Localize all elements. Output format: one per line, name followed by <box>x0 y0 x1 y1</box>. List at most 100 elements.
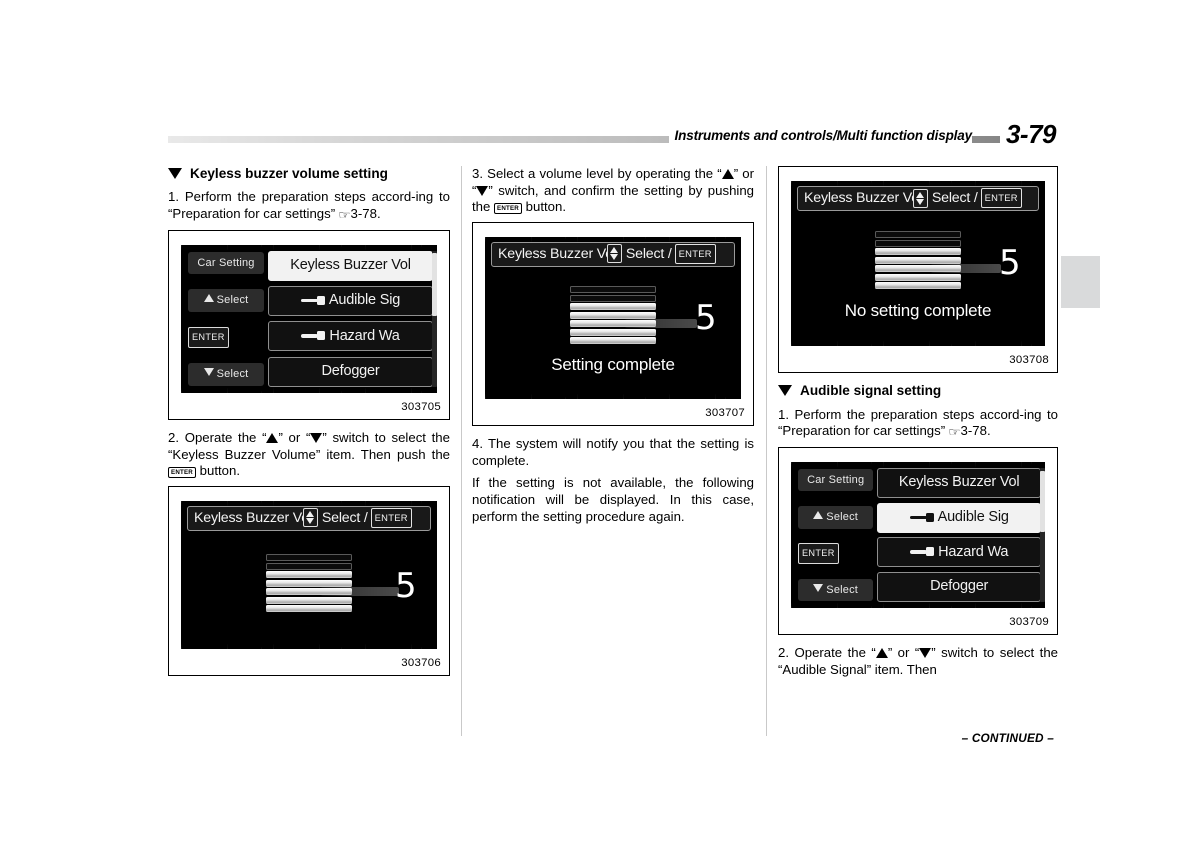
column-divider-1 <box>461 166 462 736</box>
menu-item-hazard-wa[interactable]: Hazard Wa <box>268 321 433 352</box>
volume-bar-segment <box>570 294 656 302</box>
volume-bar-segment <box>266 596 352 604</box>
key-icon <box>301 331 327 341</box>
figure-303709: Car Setting Select ENTER Select Keyless … <box>778 447 1058 636</box>
arrow-up-icon <box>813 511 824 520</box>
volume-bar-segment <box>570 303 656 311</box>
lcd-left-button-column: Car Setting Select ENTER Select <box>791 462 877 608</box>
page-header: Instruments and controls/Multi function … <box>168 119 1057 158</box>
triangle-down-icon <box>476 185 489 196</box>
triangle-down-icon <box>168 168 182 179</box>
lcd-screen-volume-1: Keyless Buzzer Vo Select / ENTER 5 <box>181 500 437 649</box>
column-1: Keyless buzzer volume setting 1. Perform… <box>168 166 450 686</box>
menu-item-keyless-buzzer-vol[interactable]: Keyless Buzzer Vol <box>877 468 1041 498</box>
menu-item-label: Hazard Wa <box>329 327 400 344</box>
lcd-button-select-down[interactable]: Select <box>188 363 265 386</box>
menu-item-label: Audible Sig <box>937 508 1009 525</box>
c3-step-1: 1. Perform the preparation steps accord-… <box>778 407 1058 441</box>
lcd-scrollbar-thumb[interactable] <box>1040 470 1045 533</box>
c2-step3-d: button. <box>521 199 566 215</box>
lcd-menu-list-1: Keyless Buzzer Vol Audible Sig Hazard Wa… <box>268 245 437 393</box>
arrow-up-icon <box>203 294 214 303</box>
lcd-button-select-up[interactable]: Select <box>188 289 265 312</box>
lcd-volume-body: 5 <box>791 219 1045 301</box>
lcd-button-select-up[interactable]: Select <box>798 506 874 529</box>
arrow-down-icon <box>813 583 824 592</box>
lcd-button-enter[interactable]: ENTER <box>188 327 264 348</box>
lcd-volume-title: Keyless Buzzer Vo <box>194 509 309 526</box>
lcd-volume-titlebar: Keyless Buzzer Vo Select / ENTER <box>491 241 735 268</box>
column-divider-2 <box>766 166 767 736</box>
volume-bar-segment <box>570 320 656 328</box>
section-heading-keyless-buzzer: Keyless buzzer volume setting <box>168 166 450 182</box>
volume-level-number: 5 <box>695 298 717 339</box>
enter-button-icon: ENTER <box>494 203 522 215</box>
figure-caption: 303709 <box>1009 616 1049 628</box>
c2-note: If the setting is not available, the fol… <box>472 475 754 524</box>
header-title: Instruments and controls/Multi function … <box>668 128 972 143</box>
figure-303708: Keyless Buzzer Vo Select / ENTER 5 No se… <box>778 166 1058 374</box>
volume-bar-segment <box>875 273 961 281</box>
pointing-hand-icon: ☞ <box>337 208 351 222</box>
up-down-arrows-icon <box>912 188 928 208</box>
lcd-volume-titlebar: Keyless Buzzer Vo Select / ENTER <box>797 186 1039 212</box>
menu-item-defogger[interactable]: Defogger <box>877 571 1041 602</box>
triangle-down-icon <box>310 433 323 443</box>
menu-item-hazard-wa[interactable]: Hazard Wa <box>877 537 1041 568</box>
enter-chip-label: ENTER <box>188 327 229 348</box>
page-number: 3-79 <box>999 119 1057 150</box>
menu-item-audible-sig[interactable]: Audible Sig <box>877 502 1041 533</box>
lcd-scrollbar[interactable] <box>1040 468 1045 602</box>
enter-chip-label: ENTER <box>980 188 1022 209</box>
enter-chip-label: ENTER <box>674 243 716 265</box>
lcd-select-up-label: Select <box>216 294 249 307</box>
volume-bar-segment <box>875 231 961 239</box>
menu-item-keyless-buzzer-vol[interactable]: Keyless Buzzer Vol <box>268 250 433 281</box>
volume-level-number: 5 <box>999 243 1021 284</box>
c1-step1-line1: 1. Perform the preparation steps accord- <box>168 189 416 205</box>
c3-step2-a: 2. Operate the “ <box>778 645 876 661</box>
volume-bar-segment <box>266 579 352 587</box>
menu-item-audible-sig[interactable]: Audible Sig <box>268 285 433 316</box>
menu-item-label: Audible Sig <box>328 292 401 309</box>
c3-step-2: 2. Operate the “” or “” switch to select… <box>778 645 1058 678</box>
c1-step1-ref: 3-78. <box>350 206 381 221</box>
lcd-button-enter[interactable]: ENTER <box>798 543 873 564</box>
lcd-left-button-column: Car Setting Select ENTER Select <box>181 245 268 393</box>
lcd-scrollbar[interactable] <box>432 250 437 387</box>
menu-item-label: Defogger <box>930 578 989 595</box>
volume-level-number: 5 <box>395 566 417 607</box>
menu-item-label: Keyless Buzzer Vol <box>898 474 1020 491</box>
figure-303705: Car Setting Select ENTER Select Keyless … <box>168 229 450 420</box>
triangle-up-icon <box>875 648 888 659</box>
c1-step2-a: 2. Operate the “ <box>168 430 267 445</box>
c2-step3-a: 3. Select a volume level by operating th… <box>472 166 722 181</box>
arrow-down-icon <box>203 368 214 377</box>
lcd-select-label: Select / <box>321 509 368 526</box>
lcd-screen-car-setting-2: Car Setting Select ENTER Select Keyless … <box>791 462 1045 608</box>
c3-step1-line1: 1. Perform the preparation steps accord- <box>778 406 1024 422</box>
c1-step2-d: button. <box>195 463 240 479</box>
figure-caption: 303707 <box>705 406 745 419</box>
triangle-up-icon <box>266 433 279 443</box>
column-2: 3. Select a volume level by operating th… <box>472 166 754 531</box>
figure-303707: Keyless Buzzer Vo Select / ENTER 5 Setti… <box>472 221 754 427</box>
volume-level-bars <box>875 231 961 290</box>
volume-bar-segment <box>266 562 352 570</box>
lcd-volume-title: Keyless Buzzer Vo <box>804 190 919 206</box>
lcd-button-select-down[interactable]: Select <box>798 578 874 601</box>
c1-step-2: 2. Operate the “” or “” switch to select… <box>168 430 450 480</box>
volume-bar-segment <box>266 605 352 613</box>
figure-caption: 303708 <box>1009 354 1049 366</box>
manual-page: Instruments and controls/Multi function … <box>0 0 1200 863</box>
lcd-screen-volume-3: Keyless Buzzer Vo Select / ENTER 5 No se… <box>791 181 1045 346</box>
lcd-volume-body: 5 <box>485 275 741 355</box>
lcd-title-car-setting: Car Setting <box>188 251 265 274</box>
c2-step-3: 3. Select a volume level by operating th… <box>472 166 754 216</box>
menu-item-defogger[interactable]: Defogger <box>268 356 433 387</box>
lcd-select-label: Select / <box>625 245 672 262</box>
lcd-scrollbar-thumb[interactable] <box>432 253 437 316</box>
c1-step2-b: ” or “ <box>278 430 311 445</box>
triangle-down-icon <box>778 385 792 397</box>
volume-bar-segment <box>570 311 656 319</box>
